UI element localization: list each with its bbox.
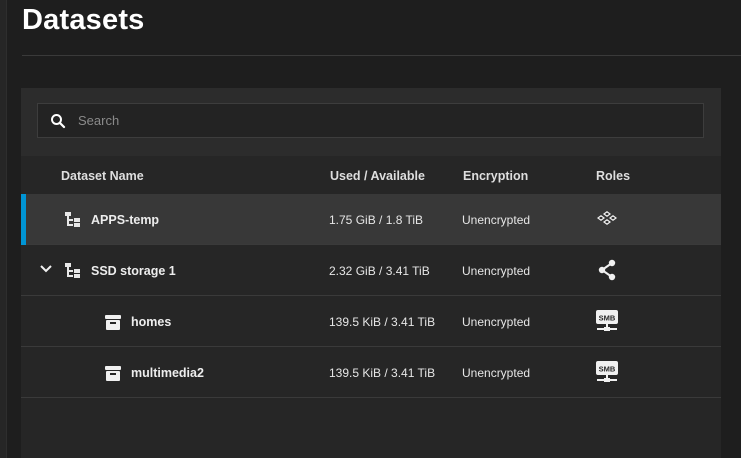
- smb-share-icon: SMB: [596, 361, 618, 382]
- dataset-name: multimedia2: [131, 365, 204, 380]
- table-header: Dataset Name Used / Available Encryption…: [21, 156, 721, 194]
- datasets-card: Dataset Name Used / Available Encryption…: [21, 88, 721, 458]
- encryption-status: Unencrypted: [462, 366, 531, 380]
- column-header-dataset-name[interactable]: Dataset Name: [61, 169, 144, 183]
- search-input[interactable]: [78, 104, 678, 137]
- dataset-name-cell: multimedia2: [103, 347, 204, 398]
- dataset-row-ssd-storage-1[interactable]: SSD storage 1 2.32 GiB / 3.41 TiB Unencr…: [21, 245, 721, 296]
- dataset-tree: APPS-temp 1.75 GiB / 1.8 TiB Unencrypted: [21, 194, 721, 398]
- dataset-name: homes: [131, 314, 172, 329]
- dataset-box-icon: [105, 314, 121, 330]
- used-available: 1.75 GiB / 1.8 TiB: [329, 213, 424, 227]
- used-available: 2.32 GiB / 3.41 TiB: [329, 264, 430, 278]
- used-available: 139.5 KiB / 3.41 TiB: [329, 315, 436, 329]
- dataset-row-multimedia2[interactable]: multimedia2 139.5 KiB / 3.41 TiB Unencry…: [21, 347, 721, 398]
- dataset-name: SSD storage 1: [91, 263, 176, 278]
- left-nav-edge: [0, 0, 7, 458]
- search-bar: [21, 88, 721, 156]
- used-available: 139.5 KiB / 3.41 TiB: [329, 366, 436, 380]
- svg-text:SMB: SMB: [599, 365, 616, 374]
- dataset-tree-icon: [65, 262, 80, 278]
- smb-share-icon: SMB: [596, 310, 618, 331]
- dataset-row-apps-temp[interactable]: APPS-temp 1.75 GiB / 1.8 TiB Unencrypted: [21, 194, 721, 245]
- share-icon: [598, 259, 616, 281]
- encryption-status: Unencrypted: [462, 264, 531, 278]
- encryption-status: Unencrypted: [462, 213, 531, 227]
- dataset-name-cell: SSD storage 1: [63, 245, 176, 296]
- chevron-down-icon[interactable]: [38, 261, 54, 277]
- svg-text:SMB: SMB: [599, 314, 616, 323]
- search-icon: [51, 114, 66, 129]
- apps-icon: [597, 211, 617, 225]
- dataset-row-homes[interactable]: homes 139.5 KiB / 3.41 TiB Unencrypted S…: [21, 296, 721, 347]
- dataset-tree-icon: [65, 211, 80, 227]
- column-header-used-available[interactable]: Used / Available: [330, 169, 425, 183]
- dataset-name-cell: APPS-temp: [63, 194, 159, 245]
- dataset-name-cell: homes: [103, 296, 171, 347]
- encryption-status: Unencrypted: [462, 315, 531, 329]
- search-box[interactable]: [37, 103, 704, 138]
- column-header-roles[interactable]: Roles: [596, 169, 630, 183]
- column-header-encryption[interactable]: Encryption: [463, 169, 528, 183]
- dataset-box-icon: [105, 365, 121, 381]
- selected-row-indicator: [21, 194, 26, 245]
- dataset-name: APPS-temp: [91, 212, 160, 227]
- title-divider: [22, 55, 741, 56]
- page-title: Datasets: [22, 4, 145, 36]
